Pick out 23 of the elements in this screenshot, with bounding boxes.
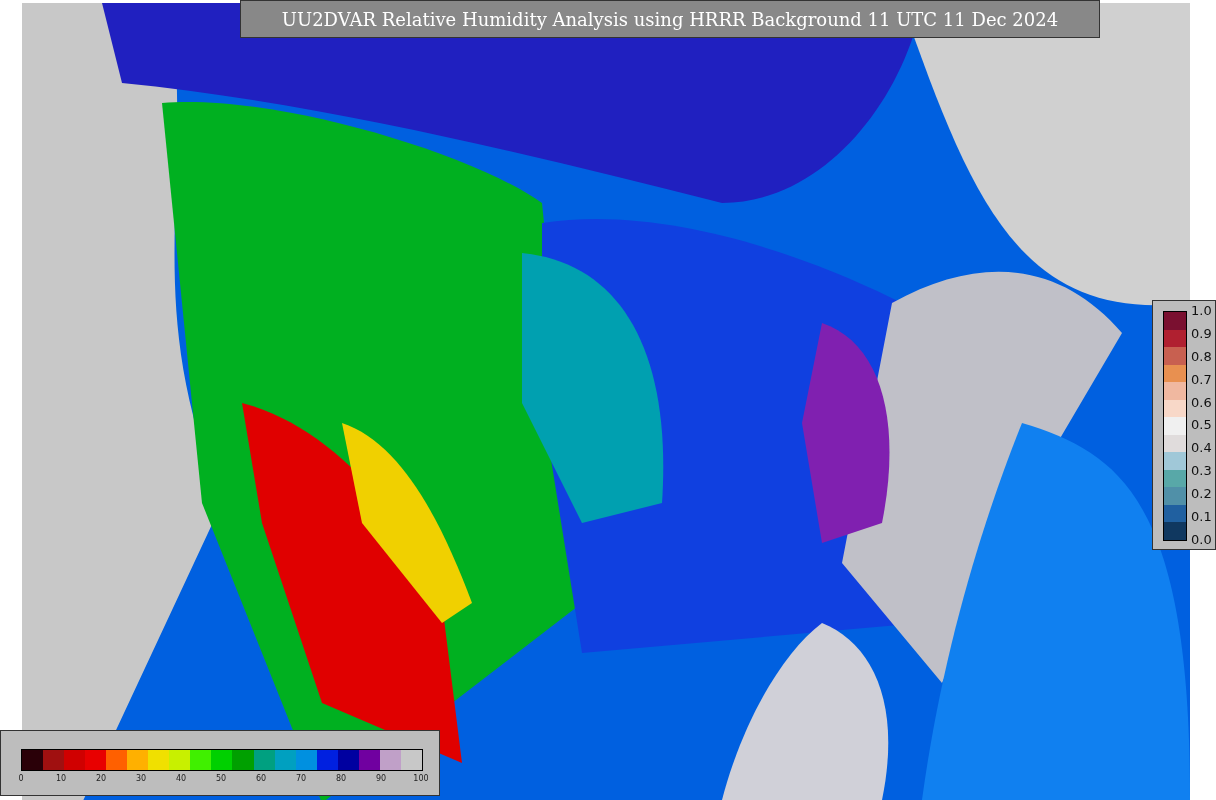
tick-label: 0 [18, 774, 24, 783]
tick-label: 0.6 [1191, 394, 1212, 410]
tick-label: 80 [335, 774, 347, 783]
tick-label: 0.9 [1191, 325, 1212, 341]
tick-label: 40 [175, 774, 187, 783]
tick-label: 70 [295, 774, 307, 783]
tick-label: 60 [255, 774, 267, 783]
tick-label: 20 [95, 774, 107, 783]
tick-label: 0.1 [1191, 509, 1212, 524]
tick-label: 10 [55, 774, 67, 783]
tick-label: 90 [375, 774, 387, 783]
tick-label: 0.0 [1191, 531, 1212, 547]
tick-label: 100 [413, 774, 429, 783]
tick-label: 30 [135, 774, 147, 783]
tick-label: 0.3 [1191, 463, 1212, 479]
tick-label: 0.4 [1191, 440, 1212, 456]
tick-label: 1.0 [1191, 303, 1212, 318]
tick-label: 50 [215, 774, 227, 783]
tick-label: 0.5 [1191, 417, 1212, 433]
tick-label: 0.8 [1191, 348, 1212, 364]
tick-label: 0.7 [1191, 371, 1212, 387]
tick-label: 0.2 [1191, 486, 1212, 502]
chart-title: UU2DVAR Relative Humidity Analysis using HRRR Background 11 UTC 11 Dec 2024 [240, 0, 1100, 38]
